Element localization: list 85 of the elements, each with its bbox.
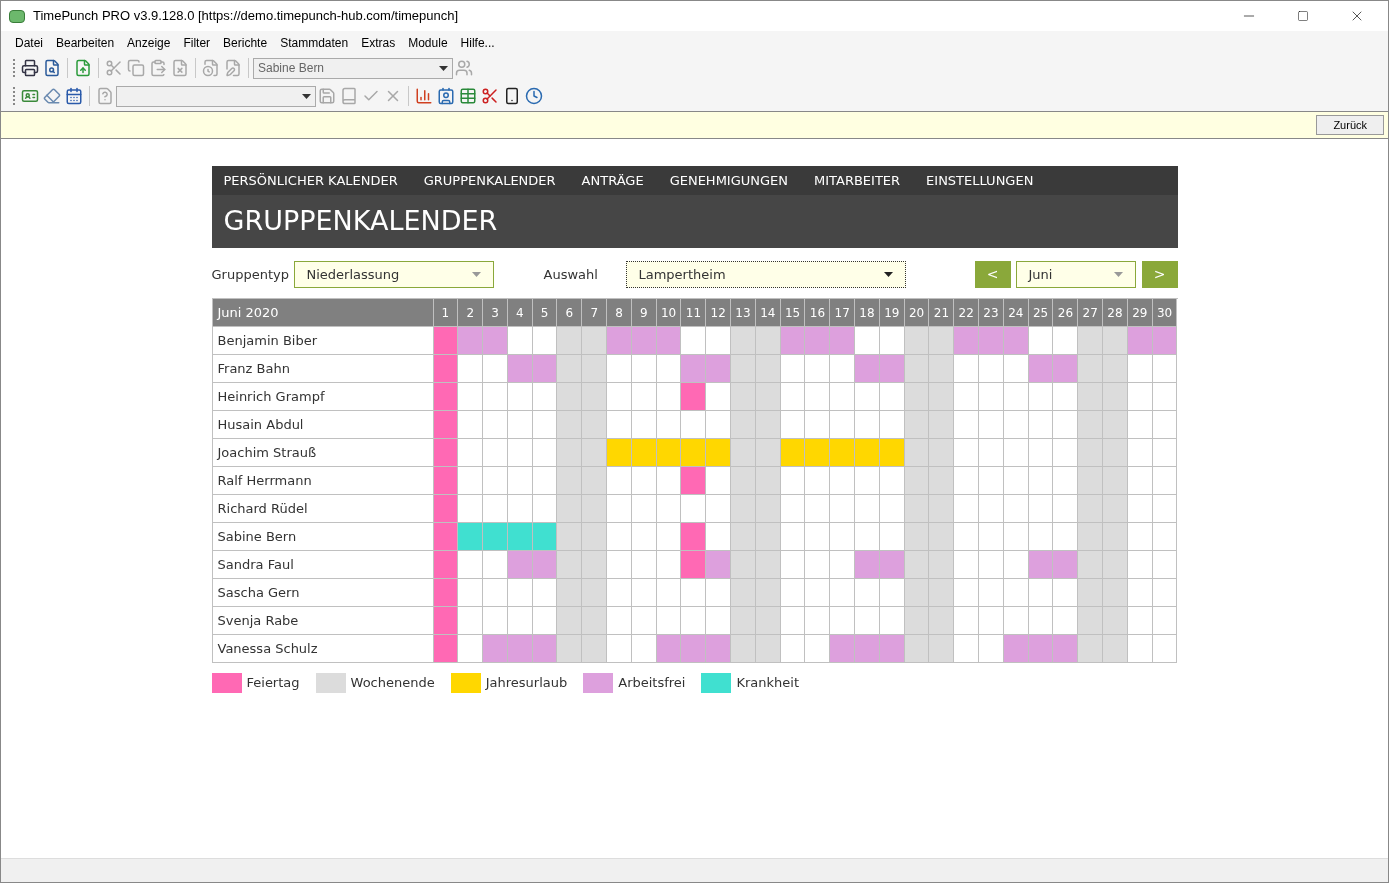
employee-name: Franz Bahn xyxy=(212,355,434,383)
selection-select[interactable]: Lampertheim xyxy=(625,261,906,288)
menu-item[interactable]: Stammdaten xyxy=(274,34,355,52)
caret-icon xyxy=(1113,272,1123,277)
day-header: 5 xyxy=(532,299,558,327)
back-button[interactable]: Zurück xyxy=(1316,115,1384,135)
employee-name: Vanessa Schulz xyxy=(212,635,434,663)
menu-item[interactable]: Anzeige xyxy=(121,34,177,52)
nav-tab[interactable]: PERSÖNLICHER KALENDER xyxy=(223,170,398,191)
menu-item[interactable]: Filter xyxy=(177,34,217,52)
day-header: 6 xyxy=(557,299,583,327)
nav-tab[interactable]: EINSTELLUNGEN xyxy=(926,170,1034,191)
legend-label: Arbeitsfrei xyxy=(618,674,686,693)
day-header: 10 xyxy=(656,299,682,327)
window-title: TimePunch PRO v3.9.128.0 [https://demo.timepunch-hub.com/timepunch] xyxy=(33,7,459,26)
day-header: 23 xyxy=(979,299,1004,327)
day-header: 18 xyxy=(855,299,880,327)
employee-name: Benjamin Biber xyxy=(212,327,434,355)
day-header: 9 xyxy=(631,299,657,327)
day-header: 28 xyxy=(1103,299,1128,327)
day-header: 8 xyxy=(607,299,632,327)
employee-name: Sabine Bern xyxy=(212,523,434,551)
caret-icon xyxy=(302,93,311,99)
page-title: GRUPPENKALENDER xyxy=(223,204,498,239)
day-header: 27 xyxy=(1078,299,1104,327)
day-header: 19 xyxy=(879,299,905,327)
day-header: 11 xyxy=(681,299,707,327)
day-header: 17 xyxy=(830,299,856,327)
copy-icon[interactable] xyxy=(125,57,147,79)
day-header: 22 xyxy=(954,299,980,327)
menu-item[interactable]: Datei xyxy=(9,34,49,52)
menu-item[interactable]: Bearbeiten xyxy=(50,34,121,52)
day-header: 25 xyxy=(1028,299,1054,327)
day-header: 21 xyxy=(929,299,955,327)
nav-tab[interactable]: GENEHMIGUNGEN xyxy=(669,170,789,191)
contact-card-icon[interactable] xyxy=(435,85,457,107)
clock-icon[interactable] xyxy=(523,85,545,107)
employee-name: Sascha Gern xyxy=(212,579,434,607)
app-icon xyxy=(9,9,25,23)
day-header: 26 xyxy=(1053,299,1079,327)
employee-name: Sandra Faul xyxy=(212,551,434,579)
day-header: 20 xyxy=(904,299,930,327)
user-select[interactable]: Sabine Bern xyxy=(253,57,453,79)
dropdown-field[interactable] xyxy=(116,85,316,107)
group-type-label: Gruppentyp xyxy=(211,265,290,284)
day-header: 13 xyxy=(731,299,756,327)
day-header: 2 xyxy=(458,299,484,327)
day-header: 15 xyxy=(780,299,806,327)
day-header: 16 xyxy=(805,299,831,327)
menu-item[interactable]: Module xyxy=(402,34,454,52)
month-header: Juni 2020 xyxy=(212,299,434,327)
selection-label: Auswahl xyxy=(543,265,599,284)
day-header: 3 xyxy=(483,299,508,327)
day-header: 12 xyxy=(706,299,732,327)
day-header: 1 xyxy=(433,299,459,327)
caret-icon xyxy=(883,272,893,277)
day-header: 4 xyxy=(507,299,533,327)
nav-tab[interactable]: MITARBEITER xyxy=(814,170,901,191)
employee-name: Husain Abdul xyxy=(212,411,434,439)
day-header: 7 xyxy=(582,299,608,327)
nav-tab[interactable]: ANTRÄGE xyxy=(581,170,644,191)
month-select[interactable]: Juni xyxy=(1015,261,1136,288)
employee-name: Svenja Rabe xyxy=(212,607,434,635)
day-header: 24 xyxy=(1003,299,1029,327)
eraser-icon[interactable] xyxy=(41,85,63,107)
calendar-icon[interactable] xyxy=(63,85,85,107)
caret-icon xyxy=(439,65,448,71)
day-header: 29 xyxy=(1127,299,1153,327)
day-header: 30 xyxy=(1152,299,1178,327)
menu-item[interactable]: Extras xyxy=(355,34,402,52)
nav-tab[interactable]: GRUPPENKALENDER xyxy=(423,170,556,191)
menu-item[interactable]: Hilfe... xyxy=(454,34,501,52)
caret-icon xyxy=(471,272,481,277)
day-header: 14 xyxy=(755,299,781,327)
legend-label: Krankheit xyxy=(736,674,800,693)
legend-label: Wochenende xyxy=(350,674,435,693)
menu-item[interactable]: Berichte xyxy=(217,34,274,52)
employee-name: Ralf Herrmann xyxy=(212,467,434,495)
employee-name: Heinrich Grampf xyxy=(212,383,434,411)
employee-name: Joachim Strauß xyxy=(212,439,434,467)
printer-icon[interactable] xyxy=(19,57,41,79)
employee-name: Richard Rüdel xyxy=(212,495,434,523)
group-type-select[interactable]: Niederlassung xyxy=(293,261,494,288)
legend-label: Jahresurlaub xyxy=(485,674,568,693)
legend-label: Feiertag xyxy=(246,674,300,693)
